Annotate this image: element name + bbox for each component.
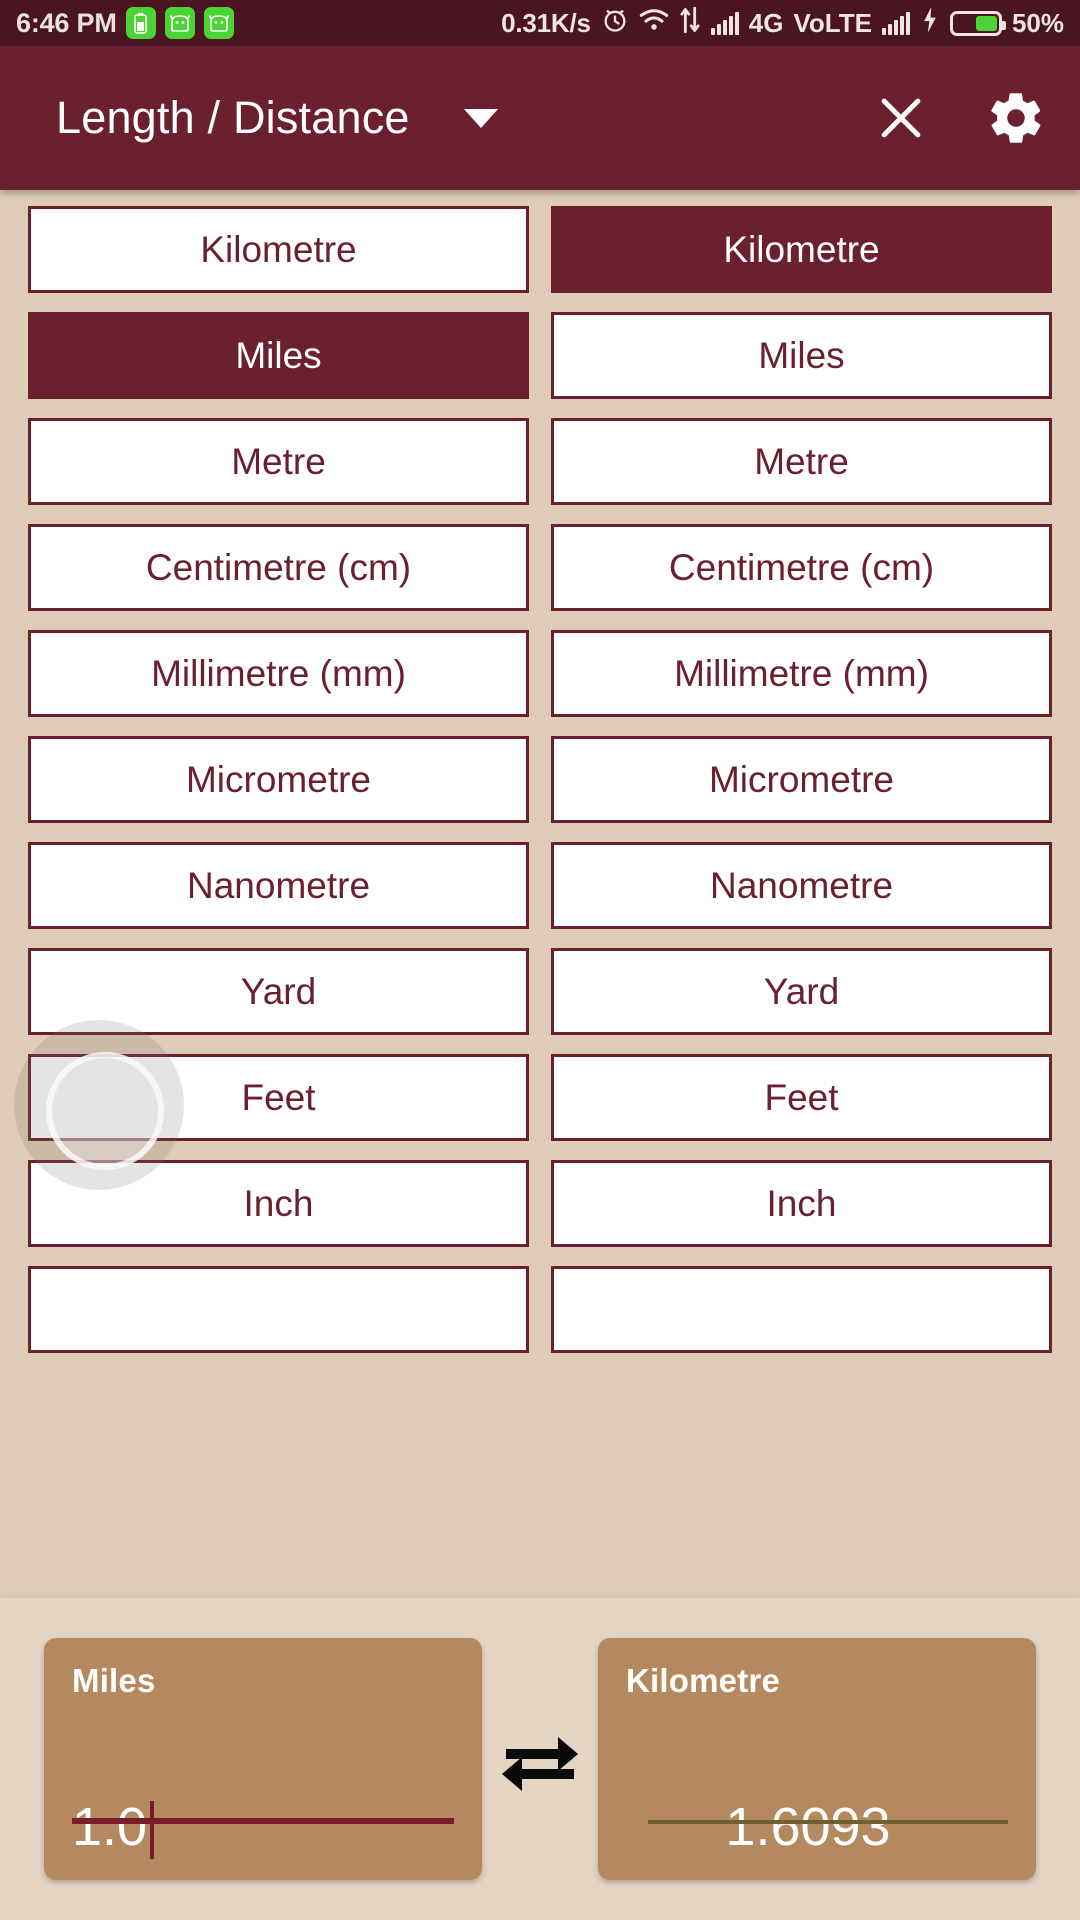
unit-button-label: Millimetre (mm): [151, 652, 406, 694]
unit-button-label: Inch: [766, 1182, 837, 1224]
text-cursor: [150, 1801, 155, 1859]
wifi-icon: [639, 7, 669, 40]
status-bar-left: 6:46 PM: [16, 7, 234, 39]
unit-button-label: Kilometre: [723, 228, 880, 270]
unit-button-to-partial[interactable]: [551, 1266, 1052, 1353]
unit-button-label: Kilometre: [200, 228, 357, 270]
network-type: 4G: [748, 7, 784, 38]
signal-bars-icon: [881, 11, 910, 35]
unit-button-to-feet[interactable]: Feet: [551, 1054, 1052, 1141]
unit-button-label: Micrometre: [708, 758, 895, 800]
unit-button-from-micrometre[interactable]: Micrometre: [28, 736, 529, 823]
unit-button-from-miles[interactable]: Miles: [28, 312, 529, 399]
unit-button-label: Millimetre (mm): [674, 652, 929, 694]
android-face-icon: [164, 7, 195, 39]
chevron-down-icon[interactable]: [463, 108, 498, 128]
unit-button-label: Miles: [758, 334, 845, 376]
unit-button-label: Inch: [243, 1182, 314, 1224]
unit-button-from-feet[interactable]: Feet: [28, 1054, 529, 1141]
unit-button-label: Yard: [763, 970, 840, 1012]
network-speed: 0.31K/s: [501, 7, 591, 38]
unit-button-from-millimetre-mm[interactable]: Millimetre (mm): [28, 630, 529, 717]
unit-button-to-micrometre[interactable]: Micrometre: [551, 736, 1052, 823]
conversion-from-card[interactable]: Miles 1.0: [44, 1638, 482, 1880]
unit-button-label: Feet: [241, 1076, 316, 1118]
unit-button-to-metre[interactable]: Metre: [551, 418, 1052, 505]
unit-button-from-yard[interactable]: Yard: [28, 948, 529, 1035]
app-bar-actions: [874, 88, 1046, 148]
data-transfer-icon: [679, 6, 701, 41]
unit-button-label: Miles: [235, 334, 322, 376]
unit-button-label: Metre: [754, 440, 849, 482]
to-unit-label: Kilometre: [626, 1662, 781, 1699]
status-bar-right: 0.31K/s 4G VoLTE 50%: [501, 6, 1064, 41]
close-icon[interactable]: [874, 91, 928, 145]
unit-button-to-miles[interactable]: Miles: [551, 312, 1052, 399]
from-unit-label: Miles: [72, 1662, 156, 1699]
unit-button-label: Nanometre: [186, 864, 371, 906]
battery-percent: 50%: [1011, 7, 1064, 38]
status-time: 6:46 PM: [16, 7, 117, 38]
from-value-input[interactable]: 1.0: [72, 1800, 147, 1854]
unit-button-from-kilometre[interactable]: Kilometre: [28, 206, 529, 293]
unit-button-from-nanometre[interactable]: Nanometre: [28, 842, 529, 929]
unit-column-from: Kilometre Miles Metre Centimetre (cm) Millim…: [28, 206, 529, 1353]
from-input-underline: [72, 1818, 454, 1824]
swap-button[interactable]: [482, 1723, 598, 1795]
unit-column-to: Kilometre Miles Metre Centimetre (cm) Millim…: [551, 206, 1052, 1353]
unit-button-label: Nanometre: [709, 864, 894, 906]
unit-button-label: Metre: [231, 440, 326, 482]
unit-button-from-metre[interactable]: Metre: [28, 418, 529, 505]
gear-icon[interactable]: [986, 88, 1046, 148]
alarm-icon: [601, 6, 629, 41]
unit-button-to-millimetre-mm[interactable]: Millimetre (mm): [551, 630, 1052, 717]
conversion-panel: Miles 1.0 Kilometre 1.6093: [0, 1598, 1080, 1920]
unit-button-to-inch[interactable]: Inch: [551, 1160, 1052, 1247]
unit-button-label: Centimetre (cm): [145, 546, 412, 588]
status-bar: 6:46 PM 0.31K/s 4G VoLTE 50%: [0, 0, 1080, 46]
swap-horizontal-icon: [502, 1737, 578, 1791]
unit-button-from-inch[interactable]: Inch: [28, 1160, 529, 1247]
charging-bolt-icon: [920, 6, 940, 41]
unit-button-from-partial[interactable]: [28, 1266, 529, 1353]
unit-button-label: Centimetre (cm): [668, 546, 935, 588]
unit-button-label: Feet: [764, 1076, 839, 1118]
to-output-underline: [648, 1820, 1008, 1824]
conversion-to-card[interactable]: Kilometre 1.6093: [598, 1638, 1036, 1880]
unit-button-to-centimetre-cm[interactable]: Centimetre (cm): [551, 524, 1052, 611]
android-face-icon: [203, 7, 234, 39]
unit-button-label: Yard: [240, 970, 317, 1012]
volte-label: VoLTE: [793, 7, 872, 38]
app-bar: Length / Distance: [0, 46, 1080, 190]
unit-button-to-kilometre[interactable]: Kilometre: [551, 206, 1052, 293]
unit-button-from-centimetre-cm[interactable]: Centimetre (cm): [28, 524, 529, 611]
to-value-row: 1.6093: [626, 1800, 1008, 1880]
unit-grid: Kilometre Miles Metre Centimetre (cm) Millim…: [28, 206, 1052, 1353]
unit-button-to-yard[interactable]: Yard: [551, 948, 1052, 1035]
battery-green-icon: [125, 7, 156, 39]
signal-bars-icon: [710, 11, 739, 35]
from-value-row: 1.0: [72, 1800, 454, 1880]
unit-button-label: Micrometre: [185, 758, 372, 800]
battery-icon: [949, 10, 1006, 36]
page-title: Length / Distance: [56, 92, 410, 143]
unit-button-to-nanometre[interactable]: Nanometre: [551, 842, 1052, 929]
to-value-output: 1.6093: [725, 1797, 891, 1857]
